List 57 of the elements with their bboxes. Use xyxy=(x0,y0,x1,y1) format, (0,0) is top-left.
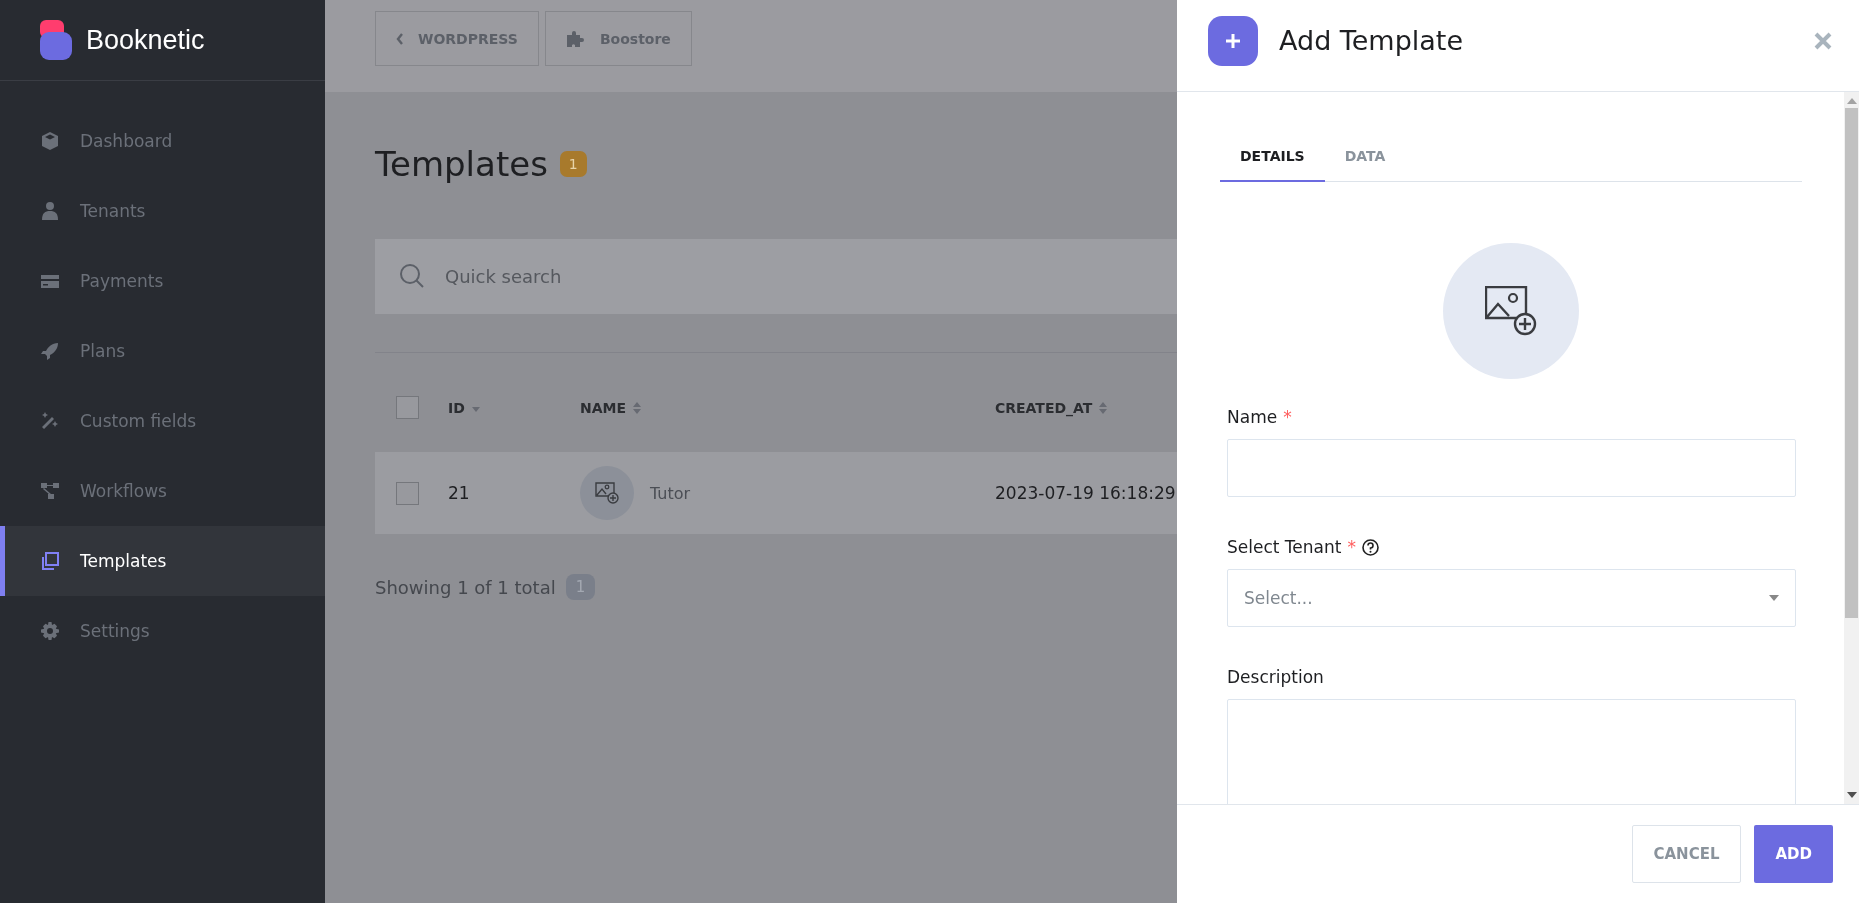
tenant-select[interactable]: Select... xyxy=(1227,569,1796,627)
top-bar-button[interactable]: WORDPRESS xyxy=(375,11,539,66)
row-checkbox[interactable] xyxy=(396,481,419,505)
table-cell: Tutor xyxy=(650,483,691,503)
sidebar-item[interactable]: Plans xyxy=(0,316,325,386)
column-header[interactable]: CREATED_AT xyxy=(995,399,1109,416)
search-icon xyxy=(399,263,425,289)
field-label: Name xyxy=(1227,407,1278,427)
flow-icon xyxy=(40,481,60,501)
brand-name: Booknetic xyxy=(86,24,205,56)
caret-icon xyxy=(1769,595,1779,601)
sort-icon[interactable] xyxy=(632,400,643,415)
puzzle-icon xyxy=(565,29,586,48)
cancel-button[interactable]: CANCEL xyxy=(1631,825,1742,883)
description-textarea[interactable] xyxy=(1227,699,1796,804)
field-label: Select Tenant xyxy=(1227,537,1342,557)
close-icon[interactable] xyxy=(1814,31,1832,50)
top-bar-button[interactable]: Boostore xyxy=(544,11,692,66)
sidebar-item[interactable]: Workflows xyxy=(0,456,325,526)
wand-icon xyxy=(40,411,60,431)
page-title: Templates xyxy=(375,144,548,184)
scrollbar[interactable] xyxy=(1844,92,1859,804)
help-icon[interactable] xyxy=(1361,538,1379,556)
table-cell: 2023-07-19 16:18:29 xyxy=(995,483,1176,503)
gear-icon xyxy=(40,621,60,641)
count-badge: 1 xyxy=(559,151,587,177)
plus-icon xyxy=(1208,15,1258,66)
logo-icon xyxy=(40,20,72,60)
select-all-checkbox[interactable] xyxy=(396,396,419,419)
name-input[interactable] xyxy=(1227,439,1796,497)
panel-title: Add Template xyxy=(1279,25,1465,56)
showing-text: Showing 1 of 1 total xyxy=(375,576,556,598)
required-mark: * xyxy=(1283,407,1292,427)
sort-icon[interactable] xyxy=(1098,400,1109,415)
column-header[interactable]: NAME xyxy=(580,399,995,416)
person-icon xyxy=(40,201,60,221)
sidebar-item[interactable]: Dashboard xyxy=(0,106,325,176)
tab[interactable]: DETAILS xyxy=(1220,144,1325,182)
sidebar-item[interactable]: Custom fields xyxy=(0,386,325,456)
add-button[interactable]: ADD xyxy=(1754,825,1833,883)
cube-icon xyxy=(40,131,60,151)
table-cell-text: 21 xyxy=(448,483,471,503)
tab[interactable]: DATA xyxy=(1324,144,1406,182)
field-label: Description xyxy=(1227,667,1324,687)
sidebar-item[interactable]: Templates xyxy=(0,526,325,596)
sidebar-item[interactable]: Payments xyxy=(0,246,325,316)
rocket-icon xyxy=(40,341,60,361)
copy-icon xyxy=(40,551,60,571)
sidebar-item[interactable]: Settings xyxy=(0,596,325,666)
scroll-down-icon[interactable] xyxy=(1846,792,1857,798)
required-mark: * xyxy=(1347,537,1356,557)
sidebar-item[interactable]: Tenants xyxy=(0,176,325,246)
add-image-icon xyxy=(1485,286,1537,336)
column-header[interactable]: ID xyxy=(448,399,580,416)
add-image-icon xyxy=(595,482,619,504)
chevron-left-icon xyxy=(396,32,404,45)
scroll-up-icon[interactable] xyxy=(1846,98,1857,104)
